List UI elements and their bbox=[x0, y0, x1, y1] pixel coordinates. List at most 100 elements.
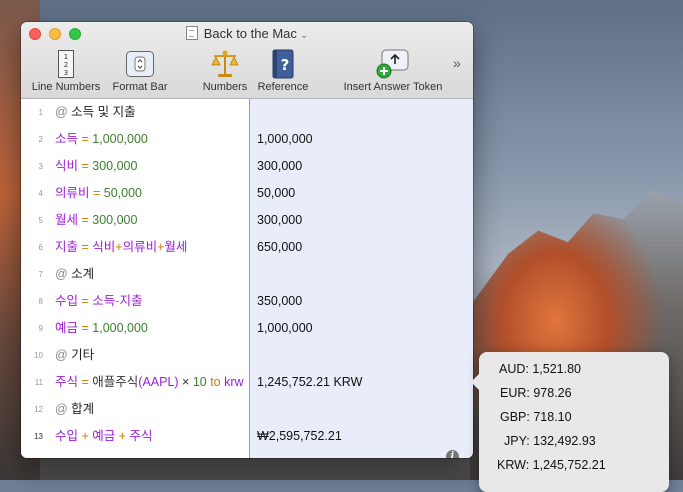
svg-text:1: 1 bbox=[64, 53, 68, 61]
svg-text:2: 2 bbox=[64, 61, 68, 69]
result-value[interactable]: 1,245,752.21 KRW bbox=[257, 369, 362, 396]
expression-text[interactable]: @ 소계 bbox=[55, 261, 94, 288]
line-number: 12 bbox=[34, 405, 43, 414]
document-line[interactable]: 5 월세 = 300,000 300,000 bbox=[21, 207, 473, 234]
reference-label: Reference bbox=[257, 81, 309, 93]
token-at: @ bbox=[55, 348, 72, 362]
result-value[interactable]: 650,000 bbox=[257, 234, 302, 261]
token-var: 예금 bbox=[92, 429, 116, 443]
token-fn: 애플주식 bbox=[92, 375, 139, 389]
token-var: 수입 bbox=[55, 294, 79, 308]
expression-text[interactable]: 수입 + 예금 + 주식 bbox=[55, 423, 153, 450]
expression-text[interactable]: @ 기타 bbox=[55, 342, 94, 369]
document-line[interactable]: 1 @ 소득 및 지출 bbox=[21, 99, 473, 126]
token-op: = bbox=[89, 186, 104, 200]
expression-text[interactable]: 예금 = 1,000,000 bbox=[55, 315, 148, 342]
token-var: 의류비 bbox=[122, 240, 158, 254]
currency-row: EUR: 978.26 bbox=[500, 386, 572, 400]
line-number: 2 bbox=[38, 135, 43, 144]
numbers-label: Numbers bbox=[202, 81, 248, 93]
token-head: 소계 bbox=[71, 267, 95, 281]
token-var: 소득 bbox=[92, 294, 116, 308]
token-fn: × bbox=[178, 375, 193, 389]
titlebar: Back to the Mac ⌄ 1 2 3 Line Numbers For… bbox=[21, 22, 473, 99]
token-var: 식비 bbox=[55, 159, 79, 173]
expression-text[interactable]: 식비 = 300,000 bbox=[55, 153, 137, 180]
currency-row: AUD: 1,521.80 bbox=[499, 362, 581, 376]
insert-answer-token-button[interactable]: Insert Answer Token bbox=[336, 48, 450, 93]
numbers-button[interactable]: Numbers bbox=[195, 48, 255, 93]
line-number: 5 bbox=[38, 216, 43, 225]
document-line[interactable]: 11 주식 = 애플주식(AAPL) × 10 to krw 1,245,752.2… bbox=[21, 369, 473, 396]
info-icon[interactable]: i bbox=[446, 450, 459, 458]
currency-row: GBP: 718.10 bbox=[500, 410, 572, 424]
token-var: 수입 bbox=[55, 429, 79, 443]
reference-button[interactable]: ? Reference bbox=[253, 48, 313, 93]
result-value[interactable]: 300,000 bbox=[257, 207, 302, 234]
document-line[interactable]: 7 @ 소계 bbox=[21, 261, 473, 288]
line-number: 13 bbox=[34, 432, 43, 441]
document-line[interactable]: 10 @ 기타 bbox=[21, 342, 473, 369]
expression-text[interactable]: 주식 = 애플주식(AAPL) × 10 to krw bbox=[55, 369, 244, 396]
format-bar-button[interactable]: Format Bar bbox=[105, 48, 175, 93]
result-value[interactable]: 1,000,000 bbox=[257, 126, 313, 153]
result-value[interactable]: 50,000 bbox=[257, 180, 295, 207]
currency-row: KRW: 1,245,752.21 bbox=[497, 458, 606, 472]
document-line[interactable]: 4 의류비 = 50,000 50,000 bbox=[21, 180, 473, 207]
line-number: 8 bbox=[38, 297, 43, 306]
token-var: (AAPL) bbox=[138, 375, 179, 389]
token-at: @ bbox=[55, 105, 72, 119]
token-op: = bbox=[78, 159, 93, 173]
token-num: 300,000 bbox=[92, 213, 138, 227]
expression-text[interactable]: 지출 = 식비+의류비+월세 bbox=[55, 234, 187, 261]
document-line[interactable]: 8 수입 = 소득-지출 350,000 bbox=[21, 288, 473, 315]
token-op: = bbox=[78, 132, 93, 146]
document-line[interactable]: 13 수입 + 예금 + 주식 ₩2,595,752.21 bbox=[21, 423, 473, 450]
line-number: 9 bbox=[38, 324, 43, 333]
token-var: 지출 bbox=[55, 240, 79, 254]
document-line[interactable]: 12 @ 합계 bbox=[21, 396, 473, 423]
expression-text[interactable]: 수입 = 소득-지출 bbox=[55, 288, 142, 315]
token-op: = bbox=[78, 240, 93, 254]
result-value[interactable]: 1,000,000 bbox=[257, 315, 313, 342]
result-value[interactable]: 300,000 bbox=[257, 153, 302, 180]
window-title-area[interactable]: Back to the Mac ⌄ bbox=[21, 26, 473, 44]
token-op: + bbox=[115, 240, 123, 254]
line-number: 10 bbox=[34, 351, 43, 360]
token-var: 소득 bbox=[55, 132, 79, 146]
token-unit: krw bbox=[224, 375, 244, 389]
token-var: 의류비 bbox=[55, 186, 90, 200]
toolbar-overflow-button[interactable]: » bbox=[453, 55, 461, 71]
document-line[interactable]: 9 예금 = 1,000,000 1,000,000 bbox=[21, 315, 473, 342]
insert-token-icon bbox=[376, 49, 409, 79]
document-line[interactable]: 6 지출 = 식비+의류비+월세 650,000 bbox=[21, 234, 473, 261]
token-num: 10 bbox=[192, 375, 207, 389]
result-value[interactable]: ₩2,595,752.21 bbox=[257, 423, 342, 450]
line-number: 3 bbox=[38, 162, 43, 171]
token-op: + bbox=[78, 429, 93, 443]
currency-row: JPY: 132,492.93 bbox=[504, 434, 596, 448]
expression-text[interactable]: 월세 = 300,000 bbox=[55, 207, 137, 234]
line-numbers-button[interactable]: 1 2 3 Line Numbers bbox=[27, 48, 105, 93]
document-line[interactable]: 3 식비 = 300,000 300,000 bbox=[21, 153, 473, 180]
line-number: 11 bbox=[34, 378, 43, 387]
token-op: = bbox=[78, 213, 93, 227]
token-head: 소득 및 지출 bbox=[71, 105, 136, 119]
token-var: 월세 bbox=[55, 213, 79, 227]
format-bar-icon bbox=[126, 51, 154, 77]
expression-text[interactable]: 소득 = 1,000,000 bbox=[55, 126, 148, 153]
result-value[interactable]: 350,000 bbox=[257, 288, 302, 315]
token-var: 식비 bbox=[92, 240, 116, 254]
token-num: 300,000 bbox=[92, 159, 138, 173]
line-numbers-label: Line Numbers bbox=[31, 81, 101, 93]
expression-text[interactable]: @ 소득 및 지출 bbox=[55, 99, 136, 126]
token-op: = bbox=[78, 321, 93, 335]
token-num: 1,000,000 bbox=[92, 132, 148, 146]
insert-answer-token-label: Insert Answer Token bbox=[343, 81, 443, 93]
expression-text[interactable]: @ 합계 bbox=[55, 396, 94, 423]
token-var: 주식 bbox=[129, 429, 153, 443]
expression-text[interactable]: 의류비 = 50,000 bbox=[55, 180, 142, 207]
editor: 1 @ 소득 및 지출 2 소득 = 1,000,000 1,000,000 3 식비 = … bbox=[21, 99, 473, 458]
document-line[interactable]: 2 소득 = 1,000,000 1,000,000 bbox=[21, 126, 473, 153]
token-var: 월세 bbox=[164, 240, 188, 254]
